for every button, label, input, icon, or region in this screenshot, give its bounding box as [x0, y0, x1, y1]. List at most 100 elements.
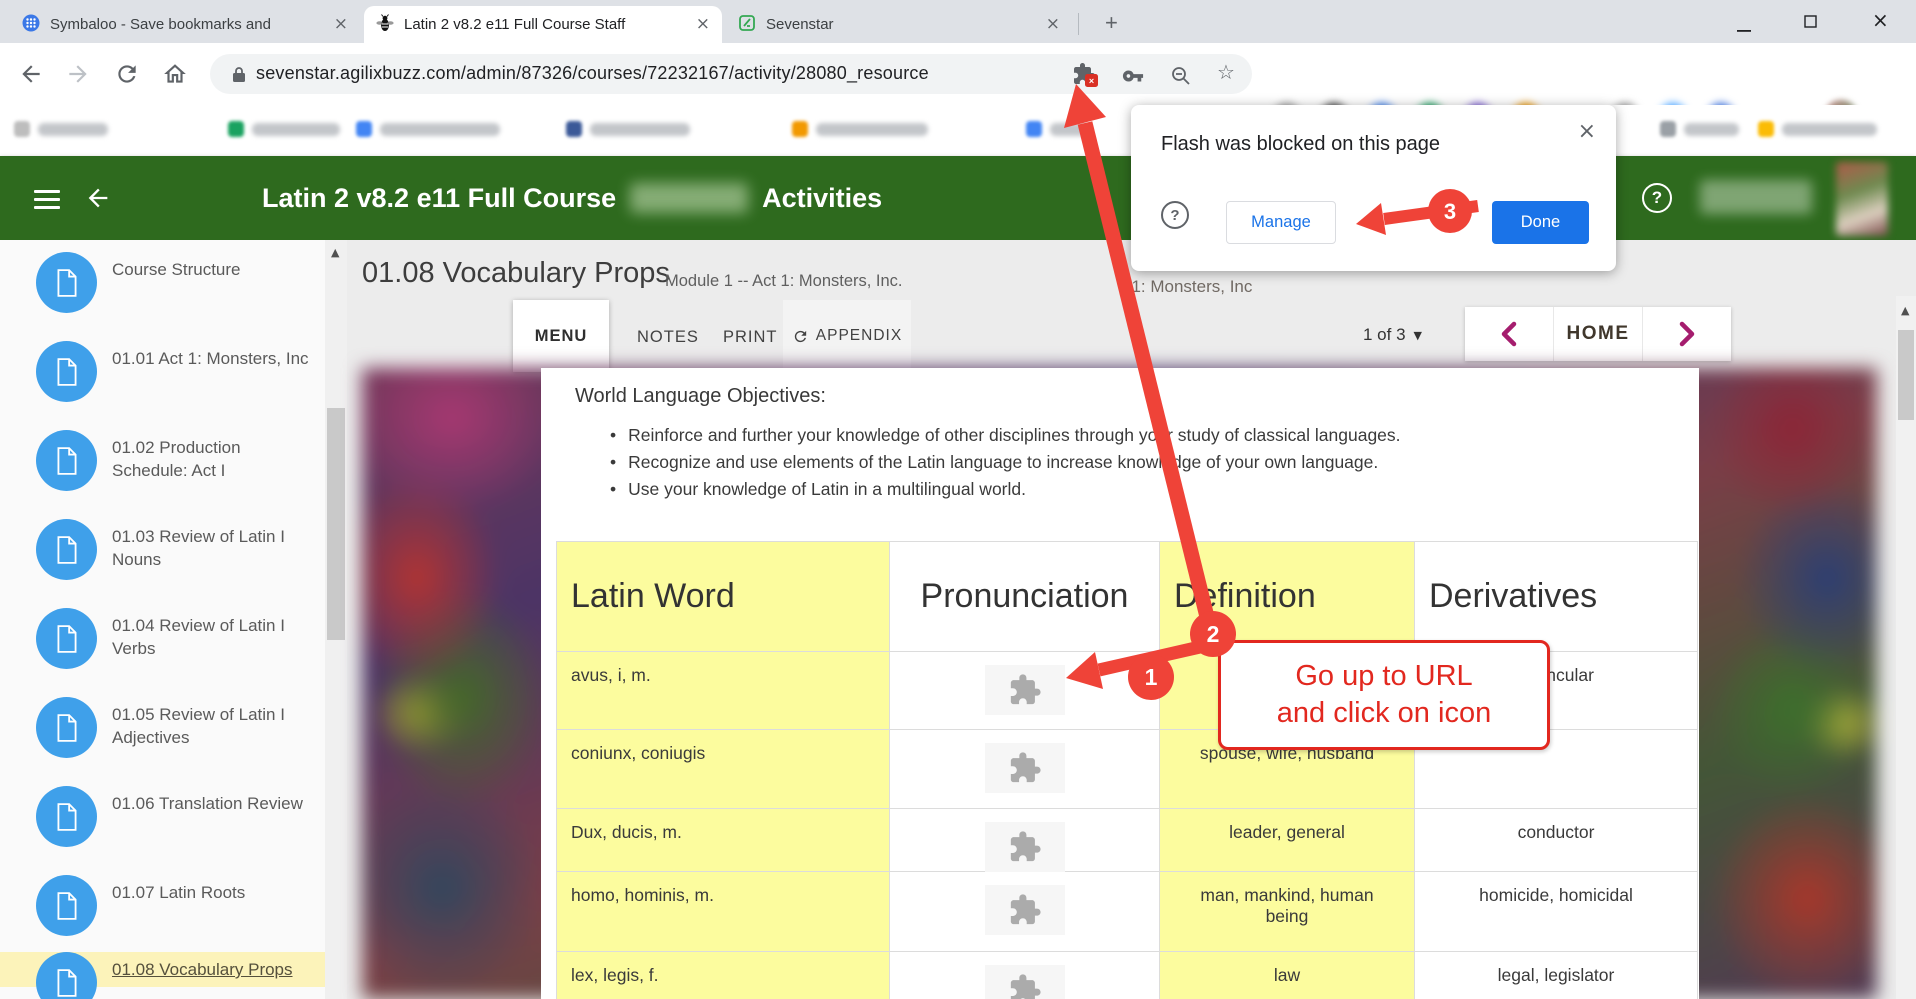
hamburger-menu-icon[interactable]: [34, 185, 60, 214]
bookmark-item[interactable]: [566, 121, 690, 137]
new-tab-button[interactable]: +: [1105, 12, 1118, 34]
popup-close-icon[interactable]: ×: [1578, 119, 1596, 144]
pronunciation-cell[interactable]: [890, 730, 1160, 809]
definition-cell: man, mankind, human being: [1160, 872, 1415, 952]
sidebar-item-0105[interactable]: 01.05 Review of Latin I Adjectives: [0, 697, 325, 786]
tab-close-icon[interactable]: ×: [696, 16, 710, 33]
flash-placeholder: [984, 665, 1065, 715]
document-icon: [36, 430, 97, 491]
pronunciation-cell[interactable]: [890, 809, 1160, 872]
flash-blocked-popup: Flash was blocked on this page × ? Manag…: [1131, 105, 1616, 271]
notes-tab[interactable]: NOTES: [637, 328, 699, 347]
key-icon[interactable]: [1122, 65, 1144, 92]
minimize-icon[interactable]: [1737, 20, 1751, 38]
puzzle-plugin-icon: [1010, 674, 1041, 705]
menu-tab[interactable]: MENU: [513, 300, 609, 372]
document-icon: [36, 875, 97, 936]
app-title-prefix: Latin 2 v8.2 e11 Full Course: [262, 182, 617, 213]
tab-divider: [1078, 13, 1079, 35]
tab-close-icon[interactable]: ×: [334, 16, 348, 33]
flash-placeholder: [984, 822, 1065, 872]
document-icon: [36, 519, 97, 580]
forward-icon[interactable]: [65, 61, 91, 92]
tab-sevenstar[interactable]: Sevenstar ×: [726, 6, 1072, 43]
bookmark-item[interactable]: [356, 121, 500, 137]
url-toolbar: sevenstar.agilixbuzz.com/admin/87326/cou…: [0, 43, 1916, 134]
sidebar-item-0107[interactable]: 01.07 Latin Roots: [0, 875, 325, 964]
bookmark-item[interactable]: [1758, 121, 1877, 137]
home-browser-icon[interactable]: [162, 61, 188, 92]
maximize-icon[interactable]: [1804, 15, 1817, 33]
scroll-up-icon[interactable]: ▲: [331, 246, 339, 259]
tab-latin-course[interactable]: Latin 2 v8.2 e11 Full Course Staff ×: [364, 6, 722, 43]
omnibox[interactable]: sevenstar.agilixbuzz.com/admin/87326/cou…: [210, 54, 1252, 94]
objective-item: • Reinforce and further your knowledge of…: [610, 425, 1401, 445]
manage-button[interactable]: Manage: [1226, 201, 1336, 244]
definition-cell: law: [1160, 952, 1415, 999]
tab-title: Latin 2 v8.2 e11 Full Course Staff: [404, 16, 626, 33]
lock-icon[interactable]: [232, 66, 246, 88]
browser-window: Symbaloo - Save bookmarks and × Latin 2 …: [0, 0, 1916, 999]
sidebar-item-course-structure[interactable]: Course Structure: [0, 252, 325, 341]
objective-item: • Use your knowledge of Latin in a multil…: [610, 479, 1026, 499]
document-icon: [36, 786, 97, 847]
user-avatar[interactable]: [1836, 162, 1888, 236]
pronunciation-cell[interactable]: [890, 652, 1160, 730]
latin-word-cell: avus, i, m.: [557, 652, 890, 730]
annotation-callout: Go up to URL and click on icon: [1218, 640, 1550, 750]
sidebar-item-0102[interactable]: 01.02 Production Schedule: Act I: [0, 430, 325, 519]
redacted-school-name: [630, 183, 749, 213]
tab-title: Symbaloo - Save bookmarks and: [50, 16, 271, 33]
help-icon[interactable]: ?: [1642, 183, 1672, 213]
sidebar-item-0106[interactable]: 01.06 Translation Review: [0, 786, 325, 875]
bookmark-item[interactable]: [1660, 121, 1739, 137]
bookmark-star-icon[interactable]: ☆: [1217, 60, 1235, 84]
home-button[interactable]: HOME: [1553, 307, 1642, 361]
sidebar-item-0108-active[interactable]: 01.08 Vocabulary Props: [0, 952, 325, 999]
popup-help-icon[interactable]: ?: [1161, 201, 1189, 229]
print-tab[interactable]: PRINT: [723, 328, 778, 347]
url-text[interactable]: sevenstar.agilixbuzz.com/admin/87326/cou…: [256, 63, 929, 84]
tab-symbaloo[interactable]: Symbaloo - Save bookmarks and ×: [10, 6, 360, 43]
back-arrow-icon[interactable]: [84, 184, 112, 217]
app-title-suffix: Activities: [762, 182, 883, 213]
appendix-tab[interactable]: APPENDIX: [783, 300, 911, 372]
close-window-icon[interactable]: ×: [1872, 8, 1889, 32]
tab-close-icon[interactable]: ×: [1046, 16, 1060, 33]
flash-placeholder: [984, 965, 1065, 999]
reload-icon[interactable]: [114, 61, 140, 92]
bookmark-item[interactable]: [1026, 121, 1090, 137]
sidebar-scrollbar-thumb[interactable]: [327, 408, 345, 640]
flash-extension-icon[interactable]: ×: [1072, 62, 1098, 91]
bookmarks-bar: [0, 105, 1916, 156]
done-button[interactable]: Done: [1492, 201, 1589, 244]
latin-word-cell: homo, hominis, m.: [557, 872, 890, 952]
redacted-user-name: [1700, 180, 1812, 214]
prev-page-button[interactable]: [1465, 307, 1553, 361]
page-title: 01.08 Vocabulary Props: [362, 257, 670, 289]
bookmark-item[interactable]: [792, 121, 928, 137]
content-scrollbar-thumb[interactable]: [1898, 330, 1914, 420]
symbaloo-favicon-icon: [22, 14, 40, 36]
chevron-left-icon: [1501, 321, 1517, 347]
pronunciation-cell[interactable]: [890, 872, 1160, 952]
zoom-page-icon[interactable]: [1170, 65, 1192, 92]
app-title: Latin 2 v8.2 e11 Full Course Activities: [262, 156, 882, 240]
back-icon[interactable]: [18, 61, 44, 92]
sidebar-item-0103[interactable]: 01.03 Review of Latin I Nouns: [0, 519, 325, 608]
bookmark-item[interactable]: [228, 121, 340, 137]
app-header: Latin 2 v8.2 e11 Full Course Activities …: [0, 156, 1916, 240]
page-selector[interactable]: 1 of 3 ▼: [1363, 325, 1422, 345]
column-header: Definition: [1160, 542, 1415, 652]
next-page-button[interactable]: [1642, 307, 1731, 361]
bee-favicon-icon: [376, 13, 394, 36]
bookmark-item[interactable]: [14, 121, 108, 137]
flash-placeholder: [984, 743, 1065, 793]
chevron-right-icon: [1679, 321, 1695, 347]
latin-word-cell: coniunx, coniugis: [557, 730, 890, 809]
pronunciation-cell[interactable]: [890, 952, 1160, 999]
puzzle-plugin-icon: [1010, 974, 1041, 999]
sidebar-item-0101[interactable]: 01.01 Act 1: Monsters, Inc: [0, 341, 325, 430]
scroll-up-icon[interactable]: ▲: [1901, 304, 1909, 317]
sidebar-item-0104[interactable]: 01.04 Review of Latin I Verbs: [0, 608, 325, 697]
